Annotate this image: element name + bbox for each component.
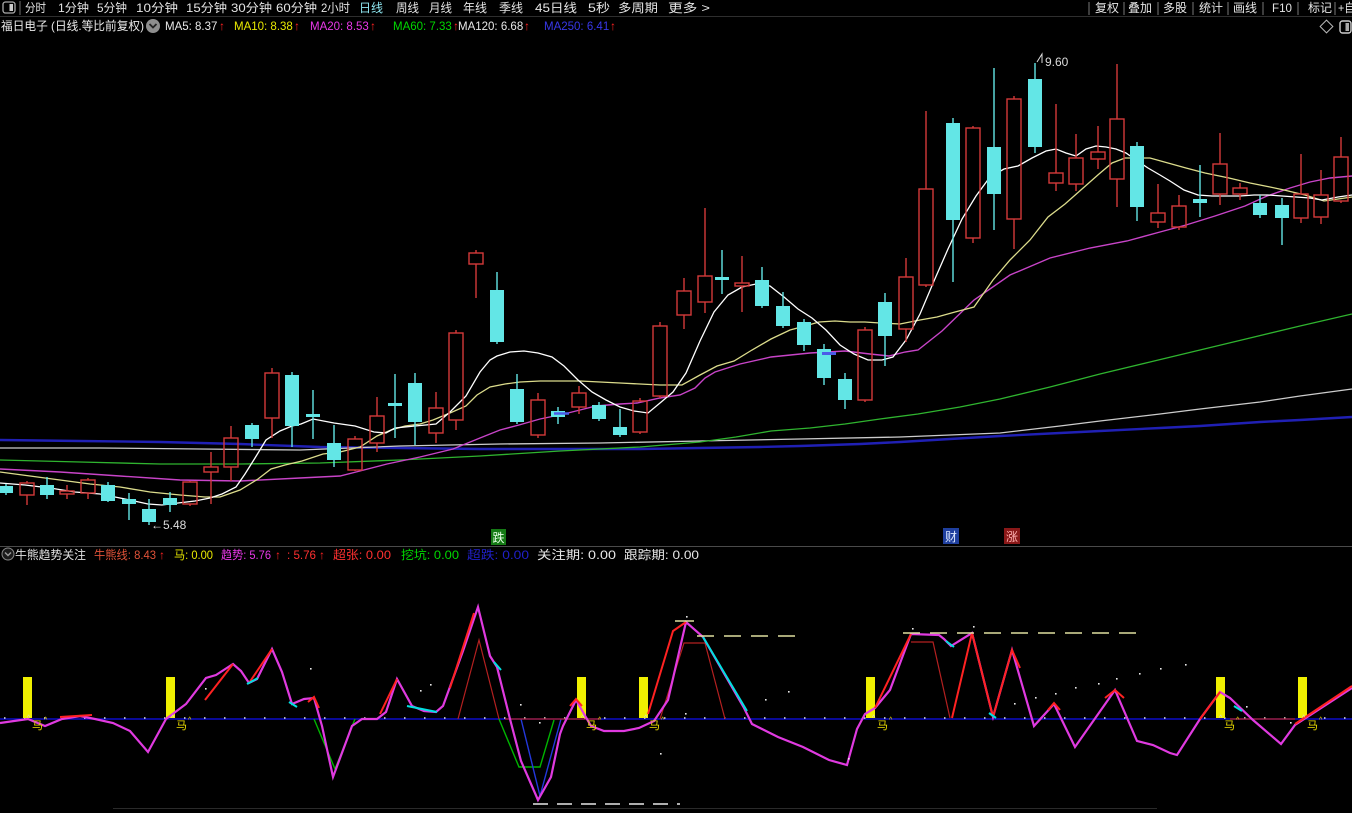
svg-text:年线: 年线 <box>463 1 487 15</box>
svg-text:1分钟: 1分钟 <box>58 0 89 15</box>
svg-text:10分钟: 10分钟 <box>136 0 178 15</box>
svg-text:牛熊趋势关注: 牛熊趋势关注 <box>15 547 86 562</box>
svg-text:9.60: 9.60 <box>1045 55 1069 69</box>
svg-text:画线: 画线 <box>1233 1 1257 15</box>
svg-text:马: 马 <box>32 719 43 732</box>
svg-text:马: 马 <box>877 719 888 732</box>
svg-text:MA120: 6.68: MA120: 6.68 <box>458 21 523 33</box>
svg-text:多周期: 多周期 <box>618 1 658 15</box>
svg-text:^: ^ <box>1236 717 1240 724</box>
svg-text:日线: 日线 <box>359 1 383 15</box>
svg-text:↑: ↑ <box>610 19 616 33</box>
svg-text:MA20: 8.53: MA20: 8.53 <box>310 21 369 33</box>
svg-text:↑: ↑ <box>370 19 376 33</box>
svg-text:马: 马 <box>649 719 660 732</box>
svg-text:关注期: 0.00: 关注期: 0.00 <box>537 547 616 562</box>
svg-text:↑: ↑ <box>319 548 325 562</box>
svg-text:+自: +自 <box>1338 1 1352 15</box>
svg-text:周线: 周线 <box>396 1 419 15</box>
svg-text:60分钟: 60分钟 <box>276 0 317 15</box>
svg-text:↑: ↑ <box>294 19 300 33</box>
svg-text:叠加: 叠加 <box>1128 1 1152 15</box>
svg-text:挖坑: 0.00: 挖坑: 0.00 <box>401 547 459 562</box>
svg-text:MA60: 7.33: MA60: 7.33 <box>393 21 452 33</box>
svg-text:跌: 跌 <box>493 530 505 545</box>
svg-text:↑: ↑ <box>275 548 281 562</box>
svg-text:^: ^ <box>188 717 192 724</box>
svg-text:牛熊线: 8.43: 牛熊线: 8.43 <box>94 547 156 562</box>
svg-text:MA5: 8.37: MA5: 8.37 <box>165 21 217 33</box>
svg-text:马: 马 <box>176 719 187 732</box>
svg-text:F10: F10 <box>1272 1 1292 15</box>
svg-text:马: 马 <box>1224 719 1235 732</box>
svg-text:↑: ↑ <box>524 19 530 33</box>
svg-text:: 5.76: : 5.76 <box>287 548 316 562</box>
svg-text:^: ^ <box>44 717 48 724</box>
svg-text:45日线: 45日线 <box>535 1 577 15</box>
svg-text:^: ^ <box>889 717 893 724</box>
svg-text:马: 马 <box>586 719 597 732</box>
svg-text:^: ^ <box>598 717 602 724</box>
svg-text:MA250: 6.41: MA250: 6.41 <box>544 21 609 33</box>
svg-text:超张: 0.00: 超张: 0.00 <box>333 547 391 562</box>
svg-text:15分钟: 15分钟 <box>186 0 227 15</box>
svg-text:↑: ↑ <box>159 548 165 562</box>
svg-text:超跌: 0.00: 超跌: 0.00 <box>467 547 529 562</box>
svg-text:月线: 月线 <box>429 1 452 15</box>
svg-text:5秒: 5秒 <box>588 1 610 15</box>
svg-text:^: ^ <box>1319 717 1323 724</box>
svg-text:5分钟: 5分钟 <box>97 0 127 15</box>
svg-text:分时: 分时 <box>25 1 46 15</box>
svg-text:马: 0.00: 马: 0.00 <box>174 548 213 562</box>
svg-text:趋势: 5.76: 趋势: 5.76 <box>221 548 271 562</box>
svg-text:涨: 涨 <box>1006 529 1018 544</box>
svg-text:马: 马 <box>1307 719 1318 732</box>
svg-text:30分钟: 30分钟 <box>231 0 272 15</box>
svg-text:季线: 季线 <box>499 1 523 15</box>
svg-text:福日电子 (日线.等比前复权): 福日电子 (日线.等比前复权) <box>1 18 144 33</box>
svg-text:多股: 多股 <box>1163 1 1187 15</box>
svg-text:MA10: 8.38: MA10: 8.38 <box>234 21 293 33</box>
svg-text:←5.48: ←5.48 <box>151 518 187 532</box>
svg-text:复权: 复权 <box>1095 1 1119 15</box>
svg-text:统计: 统计 <box>1199 1 1223 15</box>
svg-text:跟踪期: 0.00: 跟踪期: 0.00 <box>624 548 699 562</box>
svg-text:财: 财 <box>945 530 957 544</box>
svg-text:2小时: 2小时 <box>321 1 350 15</box>
svg-text:标记: 标记 <box>1308 1 1332 15</box>
svg-text:更多 >: 更多 > <box>668 1 710 15</box>
svg-text:↑: ↑ <box>219 19 225 33</box>
